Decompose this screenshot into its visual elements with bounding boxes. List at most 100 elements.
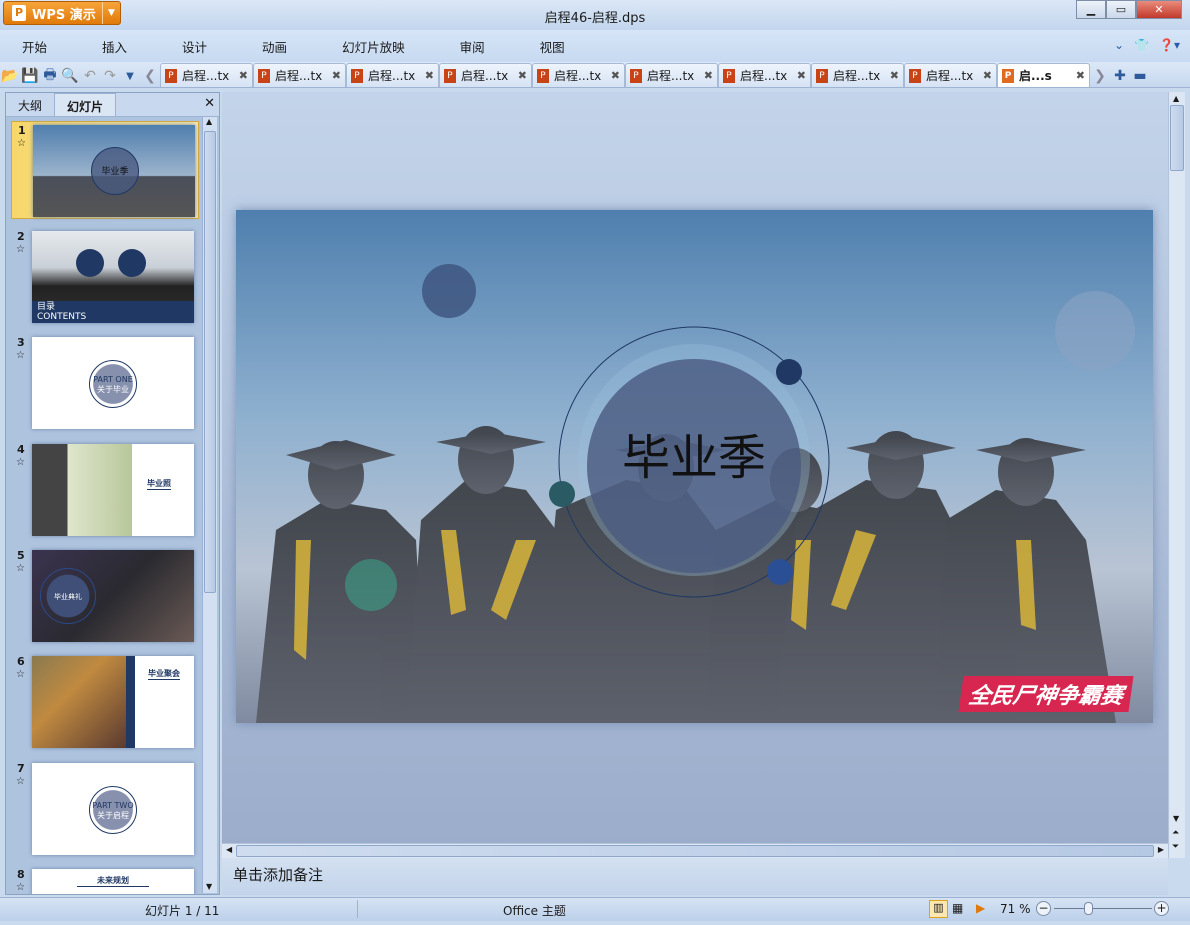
doc-tab[interactable]: P 启程...tx ✖	[532, 63, 625, 87]
slide-thumbnail-2[interactable]: 2 ☆ 目录 CONTENTS	[11, 228, 199, 326]
slide-thumbnail-8[interactable]: 8 ☆ 未来规划	[11, 866, 199, 894]
close-tab-icon[interactable]: ✖	[611, 69, 620, 82]
print-icon[interactable]: 🖶	[40, 65, 60, 87]
menu-slideshow[interactable]: 幻灯片放映	[320, 37, 405, 56]
tab-slides[interactable]: 幻灯片	[54, 93, 117, 116]
notes-area[interactable]: 单击添加备注	[222, 858, 1168, 895]
menu-design[interactable]: 设计	[160, 37, 207, 56]
presentation-file-icon: P	[630, 68, 642, 83]
thumb-title: 目录	[37, 302, 56, 312]
close-tab-icon[interactable]: ✖	[239, 69, 248, 82]
doc-tab[interactable]: P 启程...tx ✖	[439, 63, 532, 87]
redo-icon[interactable]: ↷	[100, 65, 120, 87]
minimize-button[interactable]: ▁	[1076, 0, 1106, 19]
slide-number: 6	[17, 655, 25, 668]
tab-list-icon[interactable]: ▬	[1130, 65, 1150, 87]
tab-outline[interactable]: 大纲	[6, 93, 54, 116]
menu-animation[interactable]: 动画	[240, 37, 287, 56]
presentation-file-icon: P	[444, 68, 456, 83]
doc-tab-label: 启程...tx	[182, 69, 230, 83]
doc-tab-label: 启程...tx	[554, 69, 602, 83]
doc-tab-active[interactable]: P 启...s ✖	[997, 63, 1090, 87]
help-icon[interactable]: ❓▾	[1159, 38, 1180, 52]
new-tab-icon[interactable]: ✚	[1110, 65, 1130, 87]
close-tab-icon[interactable]: ✖	[332, 69, 341, 82]
thumb-title: 未来规划	[77, 875, 149, 887]
doc-tab[interactable]: P 启程...tx ✖	[718, 63, 811, 87]
open-icon[interactable]: 📂	[0, 65, 20, 87]
close-panel-icon[interactable]: ✕	[204, 96, 215, 111]
previous-slide-icon[interactable]: ⏶	[1172, 828, 1179, 838]
undo-icon[interactable]: ↶	[80, 65, 100, 87]
slideshow-icon[interactable]: ▶	[976, 901, 985, 915]
slide-thumbnail-6[interactable]: 6 ☆ 毕业聚会	[11, 653, 199, 751]
editor-horizontal-scrollbar[interactable]: ◀ ▶	[222, 843, 1168, 858]
slide-thumbnail-7[interactable]: 7 ☆ PART TWO 关于启程	[11, 760, 199, 858]
normal-view-icon[interactable]: ▥	[929, 900, 948, 918]
tabs-scroll-left-icon[interactable]: ❮	[140, 65, 160, 87]
animation-star-icon: ☆	[16, 244, 25, 255]
doc-tab[interactable]: P 启程...tx ✖	[253, 63, 346, 87]
zoom-level: 71 %	[1000, 902, 1031, 916]
slide-thumbnail-5[interactable]: 5 ☆ 毕业典礼	[11, 547, 199, 645]
slide-number: 7	[17, 762, 25, 775]
slide-counter: 幻灯片 1 / 11	[145, 904, 220, 918]
presentation-file-icon: P	[351, 68, 363, 83]
editor-vertical-scrollbar[interactable]: ▲ ▼ ⏶ ⏷	[1168, 92, 1185, 858]
doc-tab[interactable]: P 启程...tx ✖	[346, 63, 439, 87]
slides-panel-scrollbar[interactable]: ▲ ▼	[202, 117, 217, 893]
close-tab-icon[interactable]: ✖	[518, 69, 527, 82]
scrollbar-thumb[interactable]	[1170, 105, 1184, 171]
thumb-subtitle: 关于毕业	[97, 385, 129, 394]
close-tab-icon[interactable]: ✖	[797, 69, 806, 82]
close-tab-icon[interactable]: ✖	[1076, 69, 1085, 82]
doc-tab[interactable]: P 启程...tx ✖	[811, 63, 904, 87]
thumb-title: 毕业典礼	[40, 568, 96, 624]
scroll-left-icon[interactable]: ◀	[226, 845, 232, 854]
zoom-in-button[interactable]: +	[1154, 901, 1169, 916]
doc-tab[interactable]: P 启程...tx ✖	[625, 63, 718, 87]
collapse-ribbon-icon[interactable]: ⌄	[1114, 38, 1124, 52]
scroll-up-icon[interactable]: ▲	[1173, 94, 1179, 103]
customize-toolbar-icon[interactable]: ▼	[120, 65, 140, 87]
close-tab-icon[interactable]: ✖	[704, 69, 713, 82]
zoom-slider[interactable]	[1054, 902, 1152, 915]
scrollbar-thumb[interactable]	[204, 131, 216, 593]
doc-tab-label: 启程...tx	[461, 69, 509, 83]
slide-thumbnail-4[interactable]: 4 ☆ 毕业照	[11, 441, 199, 539]
maximize-button[interactable]: ▭	[1106, 0, 1136, 19]
close-tab-icon[interactable]: ✖	[890, 69, 899, 82]
menu-review[interactable]: 审阅	[438, 37, 485, 56]
thumb-title: 毕业照	[147, 479, 171, 490]
current-slide[interactable]: 毕业季 全民尸神争霸赛	[236, 210, 1153, 723]
scroll-up-icon[interactable]: ▲	[206, 117, 212, 126]
doc-tab[interactable]: P 启程...tx ✖	[904, 63, 997, 87]
menu-home[interactable]: 开始	[0, 37, 47, 56]
menu-insert[interactable]: 插入	[80, 37, 127, 56]
slides-panel: 大纲 幻灯片 ✕ 1 ☆ 毕业季 2 ☆ 目录 CONTENTS 3 ☆ PART ONE…	[5, 92, 220, 895]
animation-star-icon: ☆	[16, 882, 25, 893]
doc-tab[interactable]: P 启程...tx ✖	[160, 63, 253, 87]
close-tab-icon[interactable]: ✖	[425, 69, 434, 82]
skin-icon[interactable]: 👕	[1134, 38, 1149, 52]
thumb-title: PART TWO	[92, 801, 134, 810]
save-icon[interactable]: 💾	[20, 65, 40, 87]
close-button[interactable]: ✕	[1136, 0, 1182, 19]
zoom-slider-thumb[interactable]	[1084, 902, 1093, 915]
slide-thumbnail-3[interactable]: 3 ☆ PART ONE 关于毕业	[11, 334, 199, 432]
menu-view[interactable]: 视图	[518, 37, 565, 56]
next-slide-icon[interactable]: ⏷	[1172, 842, 1179, 852]
scroll-down-icon[interactable]: ▼	[1173, 814, 1179, 823]
slide-sorter-icon[interactable]: ▦	[952, 901, 963, 915]
tabs-scroll-right-icon[interactable]: ❯	[1090, 65, 1110, 87]
doc-tab-label: 启程...tx	[368, 69, 416, 83]
slide-thumbnail-1[interactable]: 1 ☆ 毕业季	[11, 121, 199, 219]
close-tab-icon[interactable]: ✖	[983, 69, 992, 82]
print-preview-icon[interactable]: 🔍	[60, 65, 80, 87]
scroll-down-icon[interactable]: ▼	[206, 882, 212, 891]
scrollbar-thumb[interactable]	[236, 845, 1154, 857]
slide-title[interactable]: 毕业季	[594, 418, 794, 488]
dps-file-icon: P	[1002, 68, 1014, 83]
scroll-right-icon[interactable]: ▶	[1158, 845, 1164, 854]
zoom-out-button[interactable]: −	[1036, 901, 1051, 916]
